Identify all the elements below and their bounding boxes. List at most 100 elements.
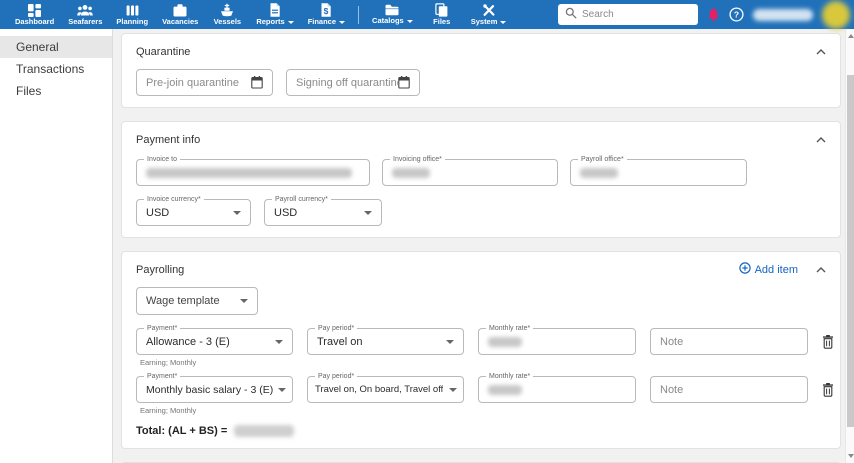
- invoice-currency-select[interactable]: Invoice currency* USD: [136, 195, 251, 226]
- user-name-redacted[interactable]: [753, 8, 813, 21]
- nav-item-seafarers[interactable]: Seafarers: [61, 0, 109, 29]
- add-item-label: Add item: [754, 263, 798, 276]
- prejoin-quarantine-field[interactable]: Pre-join quarantine: [136, 69, 273, 96]
- top-nav: Dashboard Seafarers Planning Vacancies V…: [0, 0, 854, 29]
- payment-label: Payment*: [144, 324, 181, 333]
- pay-period-select[interactable]: Pay period* Travel on, On board, Travel …: [307, 372, 464, 403]
- redacted-value: [488, 336, 522, 347]
- nav-item-finance[interactable]: $ Finance: [301, 0, 352, 29]
- delete-row-icon[interactable]: [822, 334, 834, 349]
- collapse-chevron-icon[interactable]: [816, 266, 826, 273]
- vessels-icon: [220, 3, 234, 18]
- finance-icon: $: [320, 3, 332, 18]
- nav-label: Seafarers: [68, 16, 103, 26]
- nav-item-dashboard[interactable]: Dashboard: [8, 0, 61, 29]
- sidebar-item-files[interactable]: Files: [0, 80, 112, 102]
- payment-helper-text: Earning; Monthly: [140, 358, 197, 367]
- monthly-rate-field[interactable]: Monthly rate*: [478, 372, 636, 403]
- seafarers-icon: [77, 4, 94, 18]
- redacted-value: [234, 425, 295, 437]
- pay-period-label: Pay period*: [315, 324, 358, 333]
- note-field[interactable]: Note: [650, 376, 808, 403]
- add-item-button[interactable]: Add item: [738, 262, 798, 277]
- redacted-value: [488, 384, 522, 395]
- nav-item-system[interactable]: System: [464, 0, 514, 29]
- nav-right-cluster: ?: [558, 0, 854, 29]
- svg-text:$: $: [324, 6, 329, 16]
- search-input[interactable]: [582, 9, 691, 20]
- vacancies-icon: [173, 3, 187, 18]
- section-title-payment-info: Payment info: [136, 133, 201, 146]
- nav-item-catalogs[interactable]: Catalogs: [365, 0, 420, 29]
- invoice-currency-value: USD: [146, 206, 170, 219]
- sidebar-item-transactions[interactable]: Transactions: [0, 58, 112, 80]
- prejoin-quarantine-placeholder: Pre-join quarantine: [146, 76, 239, 89]
- vertical-scrollbar[interactable]: [845, 29, 854, 463]
- nav-item-planning[interactable]: Planning: [109, 0, 155, 29]
- payment-info-card: Payment info Invoice to Invoicing office…: [121, 121, 841, 238]
- quarantine-card: Quarantine Pre-join quarantine Signing o…: [121, 33, 841, 108]
- calendar-icon[interactable]: [251, 76, 263, 89]
- avatar[interactable]: [822, 0, 850, 29]
- invoicing-office-label: Invoicing office*: [390, 155, 445, 164]
- files-icon: [435, 3, 448, 18]
- nav-item-reports[interactable]: Reports: [249, 0, 300, 29]
- nav-label: Planning: [116, 16, 149, 26]
- invoice-to-label: Invoice to: [144, 155, 180, 164]
- payroll-currency-value: USD: [274, 206, 298, 219]
- chevron-down-icon: [240, 299, 248, 303]
- chevron-down-icon: [364, 210, 372, 215]
- chevron-down-icon: [500, 20, 507, 24]
- collapse-chevron-icon[interactable]: [816, 136, 826, 143]
- monthly-rate-label: Monthly rate*: [486, 324, 534, 333]
- calendar-icon[interactable]: [398, 76, 410, 89]
- scroll-down-icon[interactable]: [847, 454, 854, 458]
- invoicing-office-field[interactable]: Invoicing office*: [382, 155, 558, 186]
- sidebar: General Transactions Files: [0, 29, 113, 463]
- note-placeholder: Note: [660, 383, 684, 396]
- chevron-down-icon: [446, 339, 454, 344]
- note-field[interactable]: Note: [650, 328, 808, 355]
- chevron-down-icon: [233, 210, 241, 215]
- invoice-currency-label: Invoice currency*: [144, 195, 204, 204]
- pay-period-select[interactable]: Pay period* Travel on: [307, 324, 464, 355]
- scroll-up-icon[interactable]: [847, 34, 854, 38]
- payroll-office-field[interactable]: Payroll office*: [570, 155, 747, 186]
- pay-period-label: Pay period*: [315, 372, 358, 381]
- nav-label: Catalogs: [372, 17, 413, 25]
- chevron-down-icon: [287, 20, 294, 24]
- add-circle-icon: [738, 262, 751, 277]
- redacted-value: [580, 167, 618, 178]
- nav-item-files[interactable]: Files: [420, 0, 464, 29]
- planning-icon: [126, 4, 139, 18]
- total-label: Total: (AL + BS) =: [136, 425, 228, 437]
- nav-item-vessels[interactable]: Vessels: [205, 0, 249, 29]
- nav-label: System: [471, 18, 507, 26]
- monthly-rate-label: Monthly rate*: [486, 372, 534, 381]
- search-box[interactable]: [558, 4, 698, 25]
- notifications-bell-icon[interactable]: [707, 8, 720, 22]
- collapse-chevron-icon[interactable]: [816, 48, 826, 55]
- redacted-value: [146, 167, 352, 178]
- search-icon: [565, 6, 577, 24]
- delete-row-icon[interactable]: [822, 382, 834, 397]
- system-icon: [482, 3, 496, 18]
- payroll-currency-select[interactable]: Payroll currency* USD: [264, 195, 382, 226]
- sidebar-item-general[interactable]: General: [0, 36, 112, 58]
- nav-label: Vessels: [213, 17, 242, 26]
- scrollbar-thumb[interactable]: [847, 75, 854, 427]
- wage-template-select[interactable]: Wage template: [136, 287, 258, 315]
- section-title-quarantine: Quarantine: [136, 45, 191, 58]
- payment-value: Monthly basic salary - 3 (E): [146, 383, 274, 396]
- invoice-to-field[interactable]: Invoice to: [136, 155, 370, 186]
- pay-period-value: Travel on: [317, 335, 363, 348]
- main-panel: Quarantine Pre-join quarantine Signing o…: [113, 29, 854, 463]
- payment-helper-text: Earning; Monthly: [140, 406, 197, 415]
- help-icon[interactable]: ?: [729, 7, 744, 22]
- payment-select[interactable]: Payment* Monthly basic salary - 3 (E): [136, 372, 293, 403]
- nav-item-vacancies[interactable]: Vacancies: [155, 0, 205, 29]
- monthly-rate-field[interactable]: Monthly rate*: [478, 324, 636, 355]
- payment-label: Payment*: [144, 372, 181, 381]
- signoff-quarantine-field[interactable]: Signing off quarantine: [286, 69, 420, 96]
- payment-select[interactable]: Payment* Allowance - 3 (E): [136, 324, 293, 355]
